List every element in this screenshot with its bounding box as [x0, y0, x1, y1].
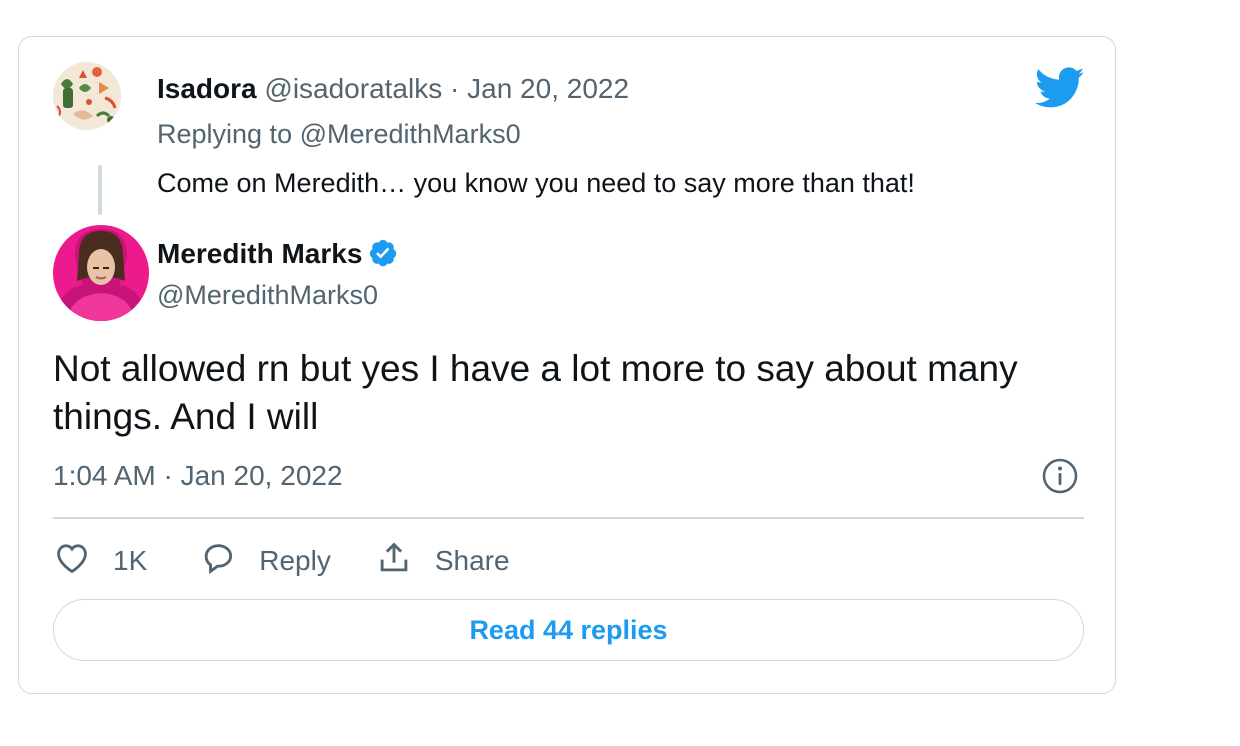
replying-to-line: Replying to @MeredithMarks0 — [157, 118, 521, 150]
reply-author-name[interactable]: Isadora — [157, 73, 257, 104]
reply-tweet-header: Isadora @isadoratalks · Jan 20, 2022 — [157, 73, 629, 105]
reply-button[interactable]: Reply — [199, 539, 331, 584]
like-button[interactable]: 1K — [53, 539, 147, 584]
reply-tweet-text: Come on Meredith… you know you need to s… — [157, 168, 915, 198]
main-tweet-text: Not allowed rn but yes I have a lot more… — [53, 348, 1018, 437]
tweet-timestamp[interactable]: 1:04 AM · Jan 20, 2022 — [53, 459, 343, 493]
share-label: Share — [434, 545, 510, 576]
read-replies-button[interactable]: Read 44 replies — [53, 599, 1084, 661]
twitter-bird-icon[interactable] — [1034, 67, 1085, 109]
reply-author-handle[interactable]: @isadoratalks — [264, 73, 442, 104]
divider — [53, 517, 1084, 519]
thread-connector-line — [98, 165, 102, 215]
main-author-name-row: Meredith Marks — [157, 237, 398, 271]
verified-badge-icon — [368, 238, 398, 268]
reply-label: Reply — [259, 545, 331, 576]
embedded-tweet-card: Isadora @isadoratalks · Jan 20, 2022 Rep… — [18, 36, 1116, 694]
reply-date[interactable]: Jan 20, 2022 — [467, 73, 629, 104]
heart-icon — [53, 539, 91, 584]
meredith-avatar[interactable] — [53, 225, 149, 321]
replying-to-prefix: Replying to — [157, 119, 293, 149]
speech-bubble-icon — [199, 539, 237, 584]
header-separator: · — [450, 73, 460, 104]
info-icon[interactable] — [1041, 457, 1079, 495]
isadora-avatar[interactable] — [53, 62, 121, 130]
like-count: 1K — [113, 545, 148, 576]
share-upload-icon — [375, 539, 413, 584]
tweet-actions: 1K Reply Share — [53, 537, 510, 585]
main-author-handle[interactable]: @MeredithMarks0 — [157, 279, 378, 311]
main-author-name[interactable]: Meredith Marks — [157, 238, 362, 269]
replying-to-handle[interactable]: @MeredithMarks0 — [300, 119, 521, 149]
share-button[interactable]: Share — [375, 539, 510, 584]
